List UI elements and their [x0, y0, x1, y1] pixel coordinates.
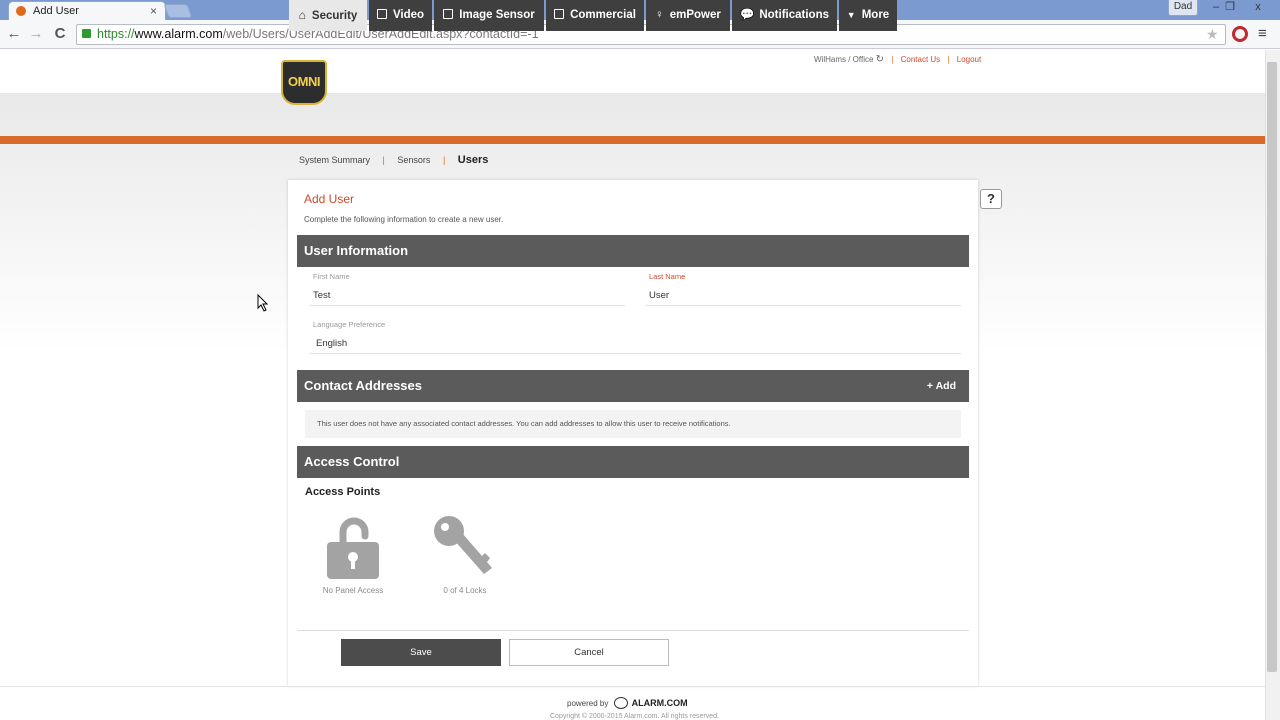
- access-control-heading: Access Control: [304, 454, 400, 469]
- contact-addresses-heading: Contact Addresses: [304, 378, 422, 393]
- contact-us-link[interactable]: Contact Us: [901, 55, 941, 64]
- form-divider: [297, 630, 969, 631]
- access-control-header: Access Control: [297, 446, 969, 478]
- nav-security-label: Security: [311, 10, 358, 22]
- extension-icon[interactable]: [1232, 26, 1248, 42]
- restore-button[interactable]: ❐: [1218, 0, 1242, 16]
- nav-empower[interactable]: ♀ emPower: [646, 0, 730, 31]
- subnav-sensors[interactable]: Sensors: [397, 155, 430, 165]
- logo-text: OMNI: [288, 74, 320, 89]
- alarm-favicon-icon: [16, 6, 26, 16]
- last-name-label: Last Name: [649, 272, 686, 281]
- refresh-icon[interactable]: ↻: [876, 54, 884, 65]
- save-button[interactable]: Save: [341, 639, 501, 666]
- language-underline: [310, 353, 961, 354]
- alarm-logo-icon: [613, 697, 628, 709]
- account-label[interactable]: WilHams / Office: [814, 55, 873, 64]
- tab-close-icon[interactable]: ×: [150, 2, 157, 20]
- language-label: Language Preference: [313, 320, 386, 329]
- profile-badge[interactable]: Dad: [1168, 0, 1198, 16]
- contact-addresses-header: Contact Addresses + Add: [297, 370, 969, 402]
- user-information-header: User Information: [297, 235, 969, 267]
- caret-down-icon: ▼: [846, 10, 856, 20]
- nav-more[interactable]: ▼ More: [839, 0, 897, 31]
- nav-commercial-label: Commercial: [570, 9, 636, 21]
- locks-label: 0 of 4 Locks: [443, 586, 487, 595]
- page-title: Add User: [304, 192, 355, 206]
- subnav-separator: |: [442, 155, 446, 165]
- locks-tile[interactable]: [432, 514, 498, 580]
- footer-divider: [0, 686, 1265, 687]
- cancel-button[interactable]: Cancel: [509, 639, 669, 666]
- alarm-brand[interactable]: ALARM.COM: [632, 698, 688, 708]
- powered-by: powered by ALARM.COM: [567, 697, 688, 709]
- language-select[interactable]: English: [316, 338, 347, 349]
- nav-security[interactable]: ⌂ Security: [289, 0, 367, 31]
- url-host: www.alarm.com: [134, 27, 223, 41]
- last-name-field[interactable]: User: [649, 290, 669, 301]
- lightbulb-icon: ♀: [655, 9, 664, 21]
- back-arrow-icon[interactable]: ←: [4, 24, 24, 44]
- browser-tab[interactable]: Add User ×: [8, 1, 166, 20]
- user-information-heading: User Information: [304, 243, 409, 258]
- subnav-system-summary[interactable]: System Summary: [299, 155, 370, 165]
- bookmark-star-icon[interactable]: ★: [1206, 26, 1219, 43]
- key-icon: [434, 516, 492, 574]
- nav-commercial[interactable]: Commercial: [546, 0, 644, 31]
- forward-arrow-icon[interactable]: →: [26, 24, 46, 44]
- nav-notifications-label: Notifications: [759, 9, 829, 21]
- first-name-field[interactable]: Test: [313, 290, 330, 301]
- page-subtitle: Complete the following information to cr…: [304, 215, 504, 224]
- nav-empower-label: emPower: [669, 9, 721, 21]
- panel-access-tile[interactable]: [325, 514, 381, 580]
- close-window-button[interactable]: x: [1246, 0, 1270, 16]
- unlocked-padlock-icon: [327, 517, 379, 579]
- nav-accent-band: [0, 136, 1265, 144]
- subnav-separator: |: [382, 155, 385, 165]
- lock-icon: [82, 29, 91, 38]
- help-button[interactable]: ?: [980, 189, 1002, 209]
- account-links: WilHams / Office ↻ | Contact Us | Logout: [814, 54, 982, 65]
- nav-image-sensor[interactable]: Image Sensor: [434, 0, 544, 31]
- copyright: Copyright © 2000-2015 Alarm.com. All rig…: [550, 713, 719, 720]
- browser-menu-icon[interactable]: ≡: [1258, 25, 1267, 42]
- first-name-label: First Name: [313, 272, 350, 281]
- image-sensor-icon: [443, 9, 454, 19]
- access-points-title: Access Points: [305, 486, 381, 498]
- building-icon: [554, 9, 565, 19]
- nav-video[interactable]: Video: [369, 0, 432, 31]
- subnav-users[interactable]: Users: [458, 154, 489, 166]
- url-scheme: https://: [97, 27, 135, 41]
- first-name-underline: [310, 305, 625, 306]
- video-icon: [376, 9, 387, 19]
- speech-bubble-icon: 💬: [740, 9, 755, 21]
- last-name-underline: [646, 305, 961, 306]
- powered-by-label: powered by: [567, 699, 609, 708]
- no-contacts-message: This user does not have any associated c…: [305, 410, 961, 438]
- mouse-cursor-icon: [257, 293, 269, 317]
- nav-video-label: Video: [392, 9, 425, 21]
- new-tab-button[interactable]: [163, 4, 193, 18]
- nav-more-label: More: [861, 9, 890, 21]
- logout-link[interactable]: Logout: [957, 55, 981, 64]
- nav-notifications[interactable]: 💬 Notifications: [732, 0, 837, 31]
- omni-logo[interactable]: OMNI: [281, 60, 327, 105]
- reload-icon[interactable]: C: [50, 24, 70, 44]
- add-contact-button[interactable]: + Add: [927, 370, 956, 402]
- scrollbar-thumb[interactable]: [1267, 62, 1277, 672]
- home-icon: ⌂: [298, 8, 306, 22]
- subnav: System Summary | Sensors | Users: [299, 153, 488, 167]
- tab-title: Add User: [33, 5, 79, 17]
- nav-image-sensor-label: Image Sensor: [459, 9, 535, 21]
- panel-access-label: No Panel Access: [322, 586, 384, 595]
